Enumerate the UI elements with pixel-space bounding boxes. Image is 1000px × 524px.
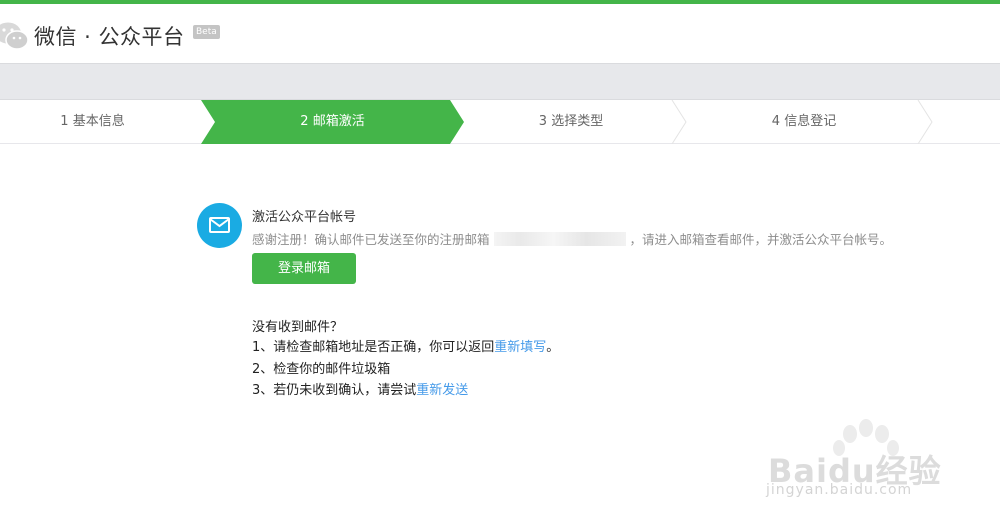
redacted-email [493, 232, 626, 246]
activation-description: 感谢注册！确认邮件已发送至你的注册邮箱 ，请进入邮箱查看邮件，并激活公众平台帐号。 [252, 229, 892, 248]
refill-link[interactable]: 重新填写 [494, 340, 546, 355]
mail-icon [197, 203, 242, 248]
header: 微信 · 公众平台 Beta [0, 4, 1000, 63]
step-2-email-activation: 2 邮箱激活 [300, 114, 365, 129]
step-1-basic-info: 1 基本信息 [60, 114, 125, 129]
login-email-button[interactable]: 登录邮箱 [252, 253, 356, 284]
activation-desc-end: ，请进入邮箱查看邮件，并激活公众平台帐号。 [629, 232, 893, 247]
help-item-1-end: 。 [546, 340, 560, 355]
resend-link[interactable]: 重新发送 [416, 383, 468, 398]
nav-bar [0, 63, 1000, 100]
step-3-select-type: 3 选择类型 [538, 114, 604, 129]
help-item-3: 3、若仍未收到确认，请尝试重新发送 [252, 379, 468, 398]
beta-badge: Beta [193, 25, 220, 39]
brand-title[interactable]: 微信 · 公众平台 [34, 21, 185, 51]
watermark-url: jingyan.baidu.com [766, 482, 913, 498]
help-item-3-text: 3、若仍未收到确认，请尝试 [252, 383, 417, 398]
help-item-1-text: 1、请检查邮箱地址是否正确，你可以返回 [252, 340, 495, 355]
help-item-1: 1、请检查邮箱地址是否正确，你可以返回重新填写。 [252, 336, 559, 355]
step-4-info-registration: 4 信息登记 [771, 114, 837, 129]
wechat-logo-icon[interactable] [0, 18, 30, 54]
activation-desc-start: 感谢注册！确认邮件已发送至你的注册邮箱 [252, 232, 490, 247]
activation-title: 激活公众平台帐号 [252, 210, 357, 225]
help-question: 没有收到邮件？ [252, 320, 344, 335]
help-item-2: 2、检查你的邮件垃圾箱 [252, 362, 391, 377]
